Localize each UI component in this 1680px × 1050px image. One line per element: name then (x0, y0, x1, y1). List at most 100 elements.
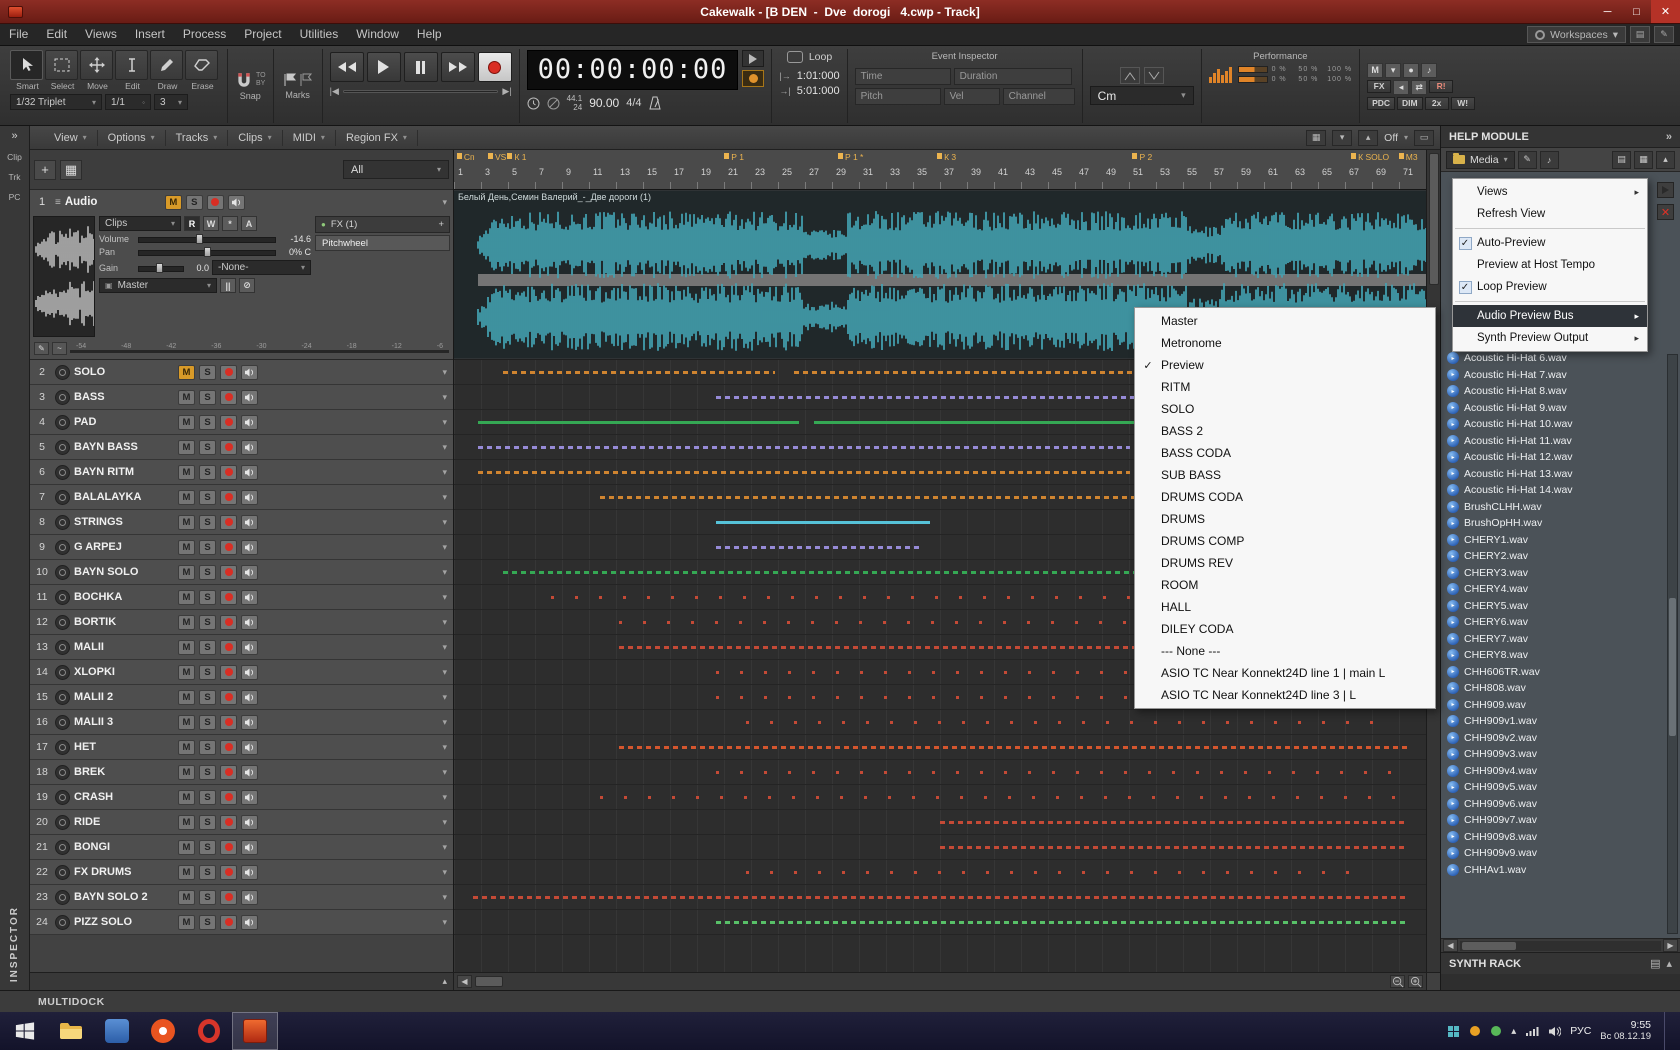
context-menu-item[interactable]: --- None --- (1135, 640, 1435, 662)
track-name[interactable]: BOCHKA (74, 591, 174, 603)
inspector-tab-trk[interactable]: Trk (9, 172, 21, 182)
track-dropdown-icon[interactable]: ▾ (442, 517, 450, 528)
record-arm-button[interactable] (220, 865, 237, 880)
mute-button[interactable]: M (178, 690, 195, 705)
clip-lane-21[interactable] (454, 835, 1426, 860)
archive-button[interactable]: A (241, 216, 257, 231)
inspector-tab-pc[interactable]: PC (9, 192, 21, 202)
input-echo-button[interactable] (241, 615, 258, 630)
track-name[interactable]: BREK (74, 766, 174, 778)
track-dropdown-icon[interactable]: ▾ (442, 692, 450, 703)
track-row-17[interactable]: 17HETMS▾ (30, 735, 453, 760)
mute-button[interactable]: M (178, 890, 195, 905)
off-chevron-icon[interactable]: ▾ (1404, 133, 1408, 142)
midi-clip[interactable] (503, 371, 775, 374)
midi-clip[interactable] (746, 871, 1358, 874)
fx-global-button[interactable]: FX (1367, 80, 1391, 93)
input-echo-button[interactable] (241, 640, 258, 655)
input-echo-button[interactable] (241, 465, 258, 480)
trackview-menu-options[interactable]: Options▾ (98, 130, 166, 146)
track-filter-dropdown[interactable]: All▾ (343, 160, 449, 179)
midi-clip[interactable] (940, 821, 1407, 824)
menu-window[interactable]: Window (347, 24, 408, 45)
record-arm-button[interactable] (220, 365, 237, 380)
scroll-left-icon[interactable]: ◀ (457, 975, 472, 988)
context-menu-item[interactable]: ROOM (1135, 574, 1435, 596)
record-arm-button[interactable] (220, 590, 237, 605)
metronome-icon[interactable] (649, 96, 661, 110)
context-menu-item[interactable]: ASIO TC Near Konnekt24D line 1 | main L (1135, 662, 1435, 684)
media-file-item[interactable]: ▸CHERY4.wav (1447, 581, 1680, 598)
snap-count-dropdown[interactable]: 3▾ (154, 94, 188, 110)
transport-position-slider[interactable] (343, 90, 498, 93)
start-button[interactable] (2, 1012, 48, 1050)
midi-clip[interactable] (503, 571, 1135, 574)
media-file-item[interactable]: ▸CHERY3.wav (1447, 565, 1680, 582)
solo-button[interactable]: S (199, 465, 216, 480)
input-echo-button[interactable] (241, 490, 258, 505)
track-dropdown-icon[interactable]: ▾ (442, 817, 450, 828)
solo-button[interactable]: S (199, 615, 216, 630)
media-file-item[interactable]: ▸Acoustic Hi-Hat 13.wav (1447, 466, 1680, 483)
track-row-2[interactable]: 2SOLOMS▾ (30, 360, 453, 385)
media-file-item[interactable]: ▸CHH909v2.wav (1447, 730, 1680, 747)
solo-button[interactable]: S (199, 415, 216, 430)
input-echo-button[interactable] (241, 865, 258, 880)
mix-record-icon[interactable]: ● (1403, 63, 1419, 78)
clip-lane-16[interactable] (454, 710, 1426, 735)
media-dropdown[interactable]: Media ▾ (1446, 151, 1515, 169)
track-row-15[interactable]: 15MALII 2MS▾ (30, 685, 453, 710)
tool-smart-button[interactable] (10, 50, 43, 80)
media-file-item[interactable]: ▸CHERY5.wav (1447, 598, 1680, 615)
tool-select-button[interactable] (45, 50, 78, 80)
media-file-item[interactable]: ▸CHHAv1.wav (1447, 862, 1680, 879)
input-dropdown[interactable]: -None-▾ (212, 260, 311, 275)
dim-button[interactable]: DIM (1397, 97, 1423, 110)
close-button[interactable]: ✕ (1651, 0, 1680, 23)
maximize-button[interactable]: □ (1622, 0, 1651, 23)
grid-display-icon[interactable]: ▦ (1306, 130, 1326, 146)
transpose-up-icon[interactable] (1120, 67, 1140, 84)
loop-end-time[interactable]: 5:01:000 (797, 85, 840, 97)
media-file-item[interactable]: ▸CHERY8.wav (1447, 647, 1680, 664)
solo-button[interactable]: S (199, 390, 216, 405)
record-arm-button[interactable] (220, 715, 237, 730)
track-row-24[interactable]: 24PIZZ SOLOMS▾ (30, 910, 453, 935)
track-manager-icon[interactable]: ▦ (60, 160, 82, 180)
track-dropdown-icon[interactable]: ▾ (442, 367, 450, 378)
browser-menu-item[interactable]: Views▸ (1453, 181, 1647, 203)
track-row-11[interactable]: 11BOCHKAMS▾ (30, 585, 453, 610)
tool-erase-button[interactable] (185, 50, 218, 80)
ruler-marker[interactable]: К 1 (507, 152, 526, 162)
clock-icon[interactable] (527, 97, 540, 110)
input-echo-button[interactable] (241, 790, 258, 805)
menu-insert[interactable]: Insert (126, 24, 174, 45)
solo-button[interactable]: S (199, 440, 216, 455)
media-file-item[interactable]: ▸Acoustic Hi-Hat 9.wav (1447, 400, 1680, 417)
mute-button[interactable]: M (178, 590, 195, 605)
media-file-item[interactable]: ▸Acoustic Hi-Hat 12.wav (1447, 449, 1680, 466)
track-name[interactable]: BONGI (74, 841, 174, 853)
fx-bypass-button[interactable]: * (222, 216, 238, 231)
record-arm-button[interactable] (220, 490, 237, 505)
fx-rack-header[interactable]: ● FX (1) + (315, 216, 450, 233)
media-file-item[interactable]: ▸CHERY7.wav (1447, 631, 1680, 648)
tempo-display[interactable]: 90.00 (589, 96, 619, 110)
record-arm-button[interactable] (220, 390, 237, 405)
input-echo-button[interactable] (241, 390, 258, 405)
synth-rack-header[interactable]: SYNTH RACK ▤▴ (1441, 952, 1680, 974)
midi-clip[interactable] (716, 771, 1396, 774)
solo-button[interactable]: S (199, 590, 216, 605)
browser-scroll-thumb[interactable] (1669, 598, 1676, 737)
tray-expand-icon[interactable]: ▴ (1511, 1026, 1516, 1037)
taskbar-app-opera[interactable] (186, 1012, 232, 1050)
mute-button[interactable]: M (165, 195, 182, 210)
mute-button[interactable]: M (178, 865, 195, 880)
track-dropdown-icon[interactable]: ▾ (442, 792, 450, 803)
mix-chevron-icon[interactable]: ▾ (1385, 63, 1401, 78)
input-echo-button[interactable] (241, 365, 258, 380)
screenset-button[interactable]: ▤ (1630, 26, 1650, 43)
layout-list-icon[interactable]: ▤ (1612, 151, 1631, 169)
midi-clip[interactable] (716, 521, 930, 524)
track-dropdown-icon[interactable]: ▾ (442, 542, 450, 553)
